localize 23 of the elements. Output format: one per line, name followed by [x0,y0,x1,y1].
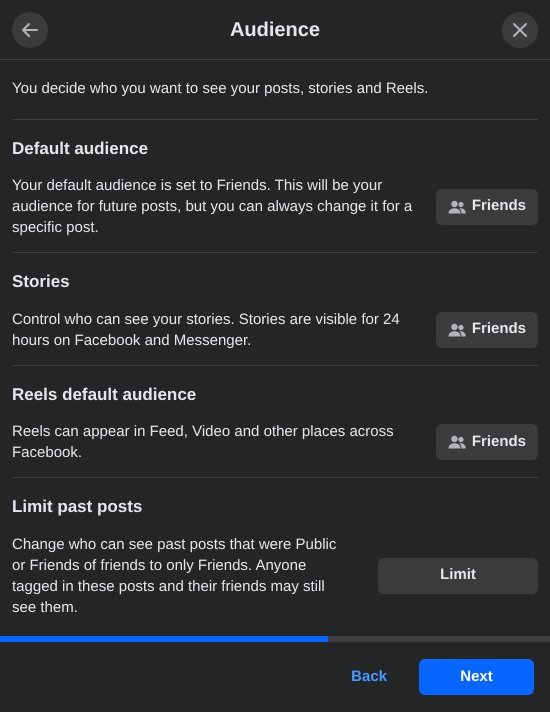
audience-button[interactable]: Friends [436,424,538,460]
back-arrow-button[interactable] [12,12,48,48]
dialog-title: Audience [230,18,320,42]
people-icon [448,322,466,336]
section-title: Limit past posts [12,496,144,518]
section-title: Default audience [12,138,150,160]
section-description: Control who can see your stories. Stories are visible for 24 hours on Facebook and Messenger. [12,310,401,350]
close-button[interactable] [502,12,538,48]
audience-button[interactable]: Friends [436,188,538,224]
people-icon [448,435,466,449]
section-title: Stories [12,271,71,293]
next-button[interactable]: Next [419,659,534,695]
limit-button[interactable]: Limit [378,558,538,594]
intro-text: You decide who you want to see your posts, stories and Reels. [12,79,430,99]
close-icon [512,22,528,38]
section-description: Your default audience is set to Friends. This will be your audience for future posts, but you can always change it for a specific post. [12,176,414,238]
section-description: Reels can appear in Feed, Video and other places across Facebook. [12,422,395,463]
audience-button[interactable]: Friends [436,312,538,348]
section-description: Change who can see past posts that were Public or Friends of friends to only Friends. Anyone tagged in these posts and their friends may still see them. [12,534,338,618]
back-button[interactable]: Back [335,659,403,695]
people-icon [448,200,466,214]
section-title: Reels default audience [12,384,198,406]
back-arrow-icon [21,20,39,38]
